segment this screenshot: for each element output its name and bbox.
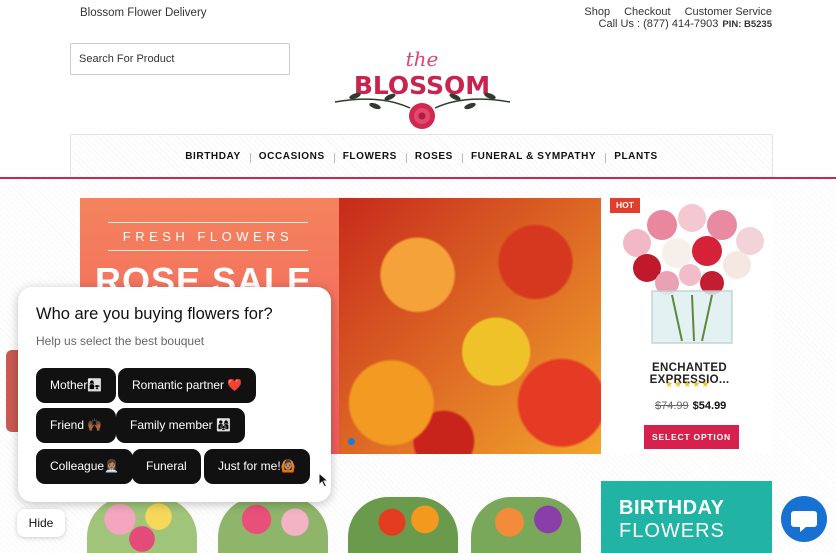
chat-bubble-icon	[791, 511, 817, 532]
shop-link[interactable]: Shop	[584, 6, 610, 18]
nav-funeral-sympathy[interactable]: FUNERAL & SYMPATHY	[461, 151, 605, 163]
nav-plants[interactable]: PLANTS	[605, 151, 667, 163]
option-colleague[interactable]: Colleague👩🏽‍💼	[36, 449, 133, 484]
search-input[interactable]	[70, 43, 290, 75]
logo-main-text: BLOSSOM	[354, 71, 490, 100]
promo-line1: BIRTHDAY	[619, 497, 725, 519]
select-option-button[interactable]: SELECT OPTION	[644, 425, 739, 449]
bouquet-quiz-popup: Who are you buying flowers for? Help us …	[18, 287, 331, 502]
nav-divider	[0, 177, 836, 179]
birthday-promo[interactable]: BIRTHDAY FLOWERS	[601, 481, 772, 553]
product-image[interactable]	[612, 203, 772, 348]
option-funeral[interactable]: Funeral	[132, 449, 201, 484]
site-name: Blossom Flower Delivery	[80, 7, 207, 19]
checkout-link[interactable]: Checkout	[624, 6, 670, 18]
product-price: $74.99 $54.99	[655, 400, 726, 412]
hot-badge: HOT	[610, 198, 640, 213]
chat-button[interactable]	[781, 496, 827, 542]
nav-flowers[interactable]: FLOWERS	[333, 151, 406, 163]
site-logo[interactable]: the BLOSSOM	[330, 44, 515, 134]
hide-button[interactable]: Hide	[17, 509, 65, 537]
hero-roses-image	[339, 198, 601, 454]
top-links: Shop Checkout Customer Service	[584, 6, 772, 18]
carousel-dot[interactable]	[348, 438, 355, 445]
product-thumbnails	[80, 497, 601, 553]
customer-service-link[interactable]: Customer Service	[685, 6, 772, 18]
option-romantic-partner[interactable]: Romantic partner ❤️	[118, 368, 257, 403]
hero-eyebrow: FRESH FLOWERS	[108, 222, 308, 251]
rating-stars: ★★★★★	[665, 379, 711, 389]
nav-roses[interactable]: ROSES	[405, 151, 462, 163]
thumbnail-bouquet[interactable]	[348, 497, 458, 553]
phone-number: Call Us : (877) 414-7903	[598, 18, 719, 30]
thumbnail-bouquet[interactable]	[471, 497, 581, 553]
nav-occasions[interactable]: OCCASIONS	[249, 151, 334, 163]
promo-line2: FLOWERS	[619, 520, 725, 542]
option-mother[interactable]: Mother👩‍👧	[36, 368, 117, 403]
pin-code: PIN: B5235	[722, 19, 772, 30]
old-price: $74.99	[655, 400, 689, 412]
popup-question: Who are you buying flowers for?	[36, 305, 273, 323]
option-friend[interactable]: Friend 🙌🏾	[36, 408, 117, 443]
phone-info: Call Us : (877) 414-7903 PIN: B5235	[599, 18, 772, 30]
option-just-for-me[interactable]: Just for me!🙆🏽	[204, 449, 310, 484]
logo-small-text: the	[406, 47, 439, 71]
option-family-member[interactable]: Family member 👨‍👩‍👧	[116, 408, 245, 443]
thumbnail-bouquet[interactable]	[87, 497, 197, 553]
thumbnail-bouquet[interactable]	[218, 497, 328, 553]
nav-birthday[interactable]: BIRTHDAY	[176, 151, 250, 162]
main-nav: BIRTHDAY OCCASIONS FLOWERS ROSES FUNERAL…	[70, 134, 773, 177]
popup-subtitle: Help us select the best bouquet	[36, 334, 205, 348]
mouse-cursor-icon	[318, 472, 330, 488]
sale-price: $54.99	[692, 400, 727, 412]
